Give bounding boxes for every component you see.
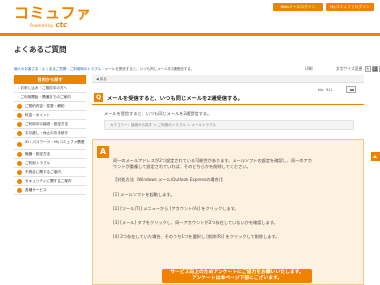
logo-subtext: Powered by ctc (30, 21, 67, 29)
answer-text: ウントが重複して設定されていれば、そのどちらかを削除してください。 (113, 164, 251, 169)
question-title: メールを受信すると、いつも同じメールを2通受信する。 (107, 96, 243, 102)
answer-box: A 同一のメールアドレスが2つ設定されている可能性があります。メールソフトの設定… (92, 139, 364, 285)
breadcrumb-separator: › (39, 67, 41, 71)
house-icon (17, 131, 22, 136)
answer-step: [2] [ツール(T)] メニューから [アカウント(A)] をクリックします。 (113, 206, 239, 211)
breadcrumb-faq[interactable]: よくあるご質問 (42, 67, 67, 71)
sidebar-item-label: ご利用開始・開通までのご案内 (20, 95, 71, 99)
answer-step: [4] 2つ存在していた場合、そのうち1つを選択し [削除(R)] をクリックし… (113, 234, 280, 239)
breadcrumb: 個人のお客さま›よくあるご質問›ご利用時のトラブル›メールを受信すると、いつも同… (14, 67, 194, 72)
sidebar-item-label: 料金・ポイント (25, 113, 51, 117)
sidebar-item-label: お引越し・休止のお手続き (25, 131, 69, 135)
sidebar-item-services[interactable]: 各種サービス (14, 186, 86, 195)
warning-icon (17, 161, 22, 166)
question-badge: Q (94, 93, 103, 102)
site-header: コミュファ Powered by ctc Webメールログイン Myコミュファロ… (0, 0, 380, 30)
contract-icon (17, 104, 22, 109)
sidebar-item-devices[interactable]: 機器・設定方法 (14, 150, 86, 159)
sidebar-item-id-password[interactable]: ID・パスワード・Myコミュファ関連 (14, 138, 86, 150)
page-top-button[interactable] (371, 152, 380, 161)
sidebar-item-security[interactable]: セキュリティに関するご案内 (14, 177, 86, 186)
shield-icon (17, 179, 22, 184)
service-icon (17, 188, 22, 193)
sidebar-item-moving[interactable]: お引越し・休止のお手続き (14, 129, 86, 138)
sidebar-heading: 目的から探す (14, 75, 86, 84)
alert-icon (17, 170, 22, 175)
answer-method-heading: 【対処方法（Windows メール/Outlook Expressの場合）】 (113, 177, 225, 182)
font-size-control: 文字サイズ変更 大中小 (336, 66, 380, 72)
sidebar-item-fees[interactable]: 料金・ポイント (14, 111, 86, 120)
question-divider (92, 104, 364, 105)
sidebar-item-label: 不具合に関するご案内 (25, 170, 61, 174)
faq-main: ◀ 戻る No：811 Q メールを受信すると、いつも同じメールを2通受信する。… (92, 75, 364, 285)
survey-banner[interactable]: サービス向上のためアンケートにご協力をお願いいたします。 アンケートは本ページ下… (162, 269, 312, 283)
faq-number: No：811 (318, 88, 333, 92)
answer-step: [1] メールソフトを起動します。 (113, 192, 175, 197)
sidebar-item-label: ご契約内容・変更・解約 (25, 104, 65, 108)
header-divider (0, 33, 380, 36)
answer-badge: A (97, 146, 109, 158)
category-path: カテゴリー：接続から探す ＞ ご利用のトラブル ＞ メールトラブル (104, 120, 354, 130)
sidebar-item-label: ご利用中の接続・設定方法 (25, 122, 69, 126)
sidebar-item-label: ID・パスワード・Myコミュファ関連 (25, 139, 85, 144)
font-size-large-button[interactable]: 大 (364, 66, 371, 72)
sidebar-item-application[interactable]: ›お申し込み・ご検討中の方へ (14, 84, 86, 93)
my-commufa-login-button[interactable]: Myコミュファログイン (326, 3, 374, 11)
device-icon (17, 152, 22, 157)
breadcrumb-current: メールを受信すると、いつも同じメールを2通受信する。 (104, 67, 195, 71)
sidebar-item-label: 各種サービス (25, 188, 47, 192)
sidebar-item-connection[interactable]: ご利用中の接続・設定方法 (14, 120, 86, 129)
question-body: メールを受信すると、いつも同じメールを2通受信する。 (104, 111, 212, 116)
sidebar-item-contract[interactable]: ご契約内容・変更・解約 (14, 102, 86, 111)
font-size-medium-button[interactable]: 中 (371, 66, 378, 72)
sidebar-item-outage[interactable]: 不具合に関するご案内 (14, 168, 86, 177)
logo-powered-by: Powered by (30, 23, 54, 28)
sidebar-item-trouble[interactable]: ご利用トラブル (14, 159, 86, 168)
breadcrumb-trouble[interactable]: ご利用時のトラブル (70, 67, 102, 71)
sidebar-item-label: お申し込み・ご検討中の方へ (20, 86, 68, 90)
logo-text: コミュファ (14, 4, 92, 22)
breadcrumb-separator: › (102, 67, 104, 71)
answer-step: [3] [メール] タブをクリックし、同一アカウントが2つ存在していないかを確認… (113, 220, 278, 225)
printer-icon[interactable] (346, 86, 356, 93)
commufa-logo[interactable]: コミュファ Powered by ctc (14, 4, 92, 30)
back-label: 戻る (99, 76, 107, 81)
sidebar-item-label: ご利用トラブル (25, 161, 51, 165)
webmail-login-button[interactable]: Webメールログイン (273, 3, 323, 11)
sidebar-item-label: 機器・設定方法 (25, 152, 51, 156)
print-link[interactable]: 印刷 (305, 66, 313, 72)
breadcrumb-separator: › (67, 67, 69, 71)
connection-icon (17, 122, 22, 127)
sidebar-item-label: セキュリティに関するご案内 (25, 179, 72, 183)
back-link[interactable]: ◀ 戻る (96, 77, 107, 82)
sidebar-item-opening[interactable]: ›ご利用開始・開通までのご案内 (14, 93, 86, 102)
back-bar: ◀ 戻る (92, 75, 364, 83)
page-title: よくあるご質問 (14, 45, 67, 54)
logo-brand: ctc (55, 21, 68, 29)
sidebar: 目的から探す ›お申し込み・ご検討中の方へ ›ご利用開始・開通までのご案内 ご契… (14, 75, 86, 195)
survey-banner-line: アンケートは本ページ下部にございます。 (191, 276, 283, 281)
font-size-label: 文字サイズ変更 (336, 66, 363, 71)
yen-icon (17, 113, 22, 118)
breadcrumb-home[interactable]: 個人のお客さま (14, 67, 39, 71)
key-icon (17, 141, 22, 147)
